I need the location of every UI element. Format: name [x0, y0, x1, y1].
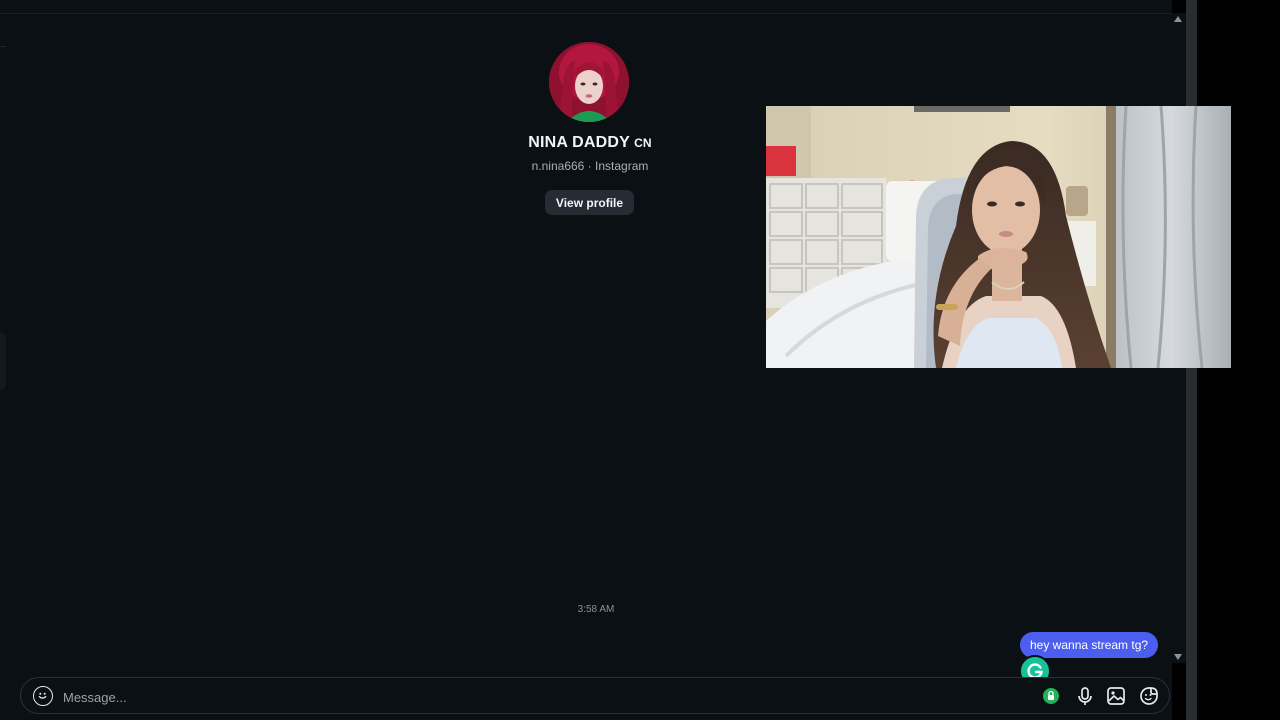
sticker-icon[interactable] — [1138, 685, 1160, 707]
sidebar-collapse-handle[interactable] — [0, 332, 6, 390]
screen: NINA DADDY CN n.nina666 · Instagram View … — [0, 0, 1280, 720]
profile-avatar[interactable] — [549, 42, 629, 122]
outgoing-message-bubble[interactable]: hey wanna stream tg? — [1020, 632, 1159, 658]
webcam-overlay — [766, 106, 1231, 368]
message-timestamp: 3:58 AM — [577, 604, 615, 615]
emoji-icon[interactable] — [33, 686, 53, 706]
profile-name-badge: CN — [634, 136, 652, 150]
microphone-icon[interactable] — [1074, 685, 1096, 707]
profile-name-text: NINA DADDY — [528, 134, 631, 151]
scroll-up-arrow-icon[interactable] — [1174, 16, 1182, 22]
view-profile-button[interactable]: View profile — [545, 190, 634, 215]
left-divider — [0, 46, 6, 47]
message-input[interactable] — [61, 684, 965, 710]
image-icon[interactable] — [1105, 685, 1127, 707]
webcam-video-frame — [766, 106, 1231, 368]
message-composer — [20, 677, 1170, 714]
top-strip — [0, 0, 1172, 14]
scroll-down-arrow-icon[interactable] — [1174, 654, 1182, 660]
grammar-status-icon[interactable] — [1043, 688, 1059, 704]
